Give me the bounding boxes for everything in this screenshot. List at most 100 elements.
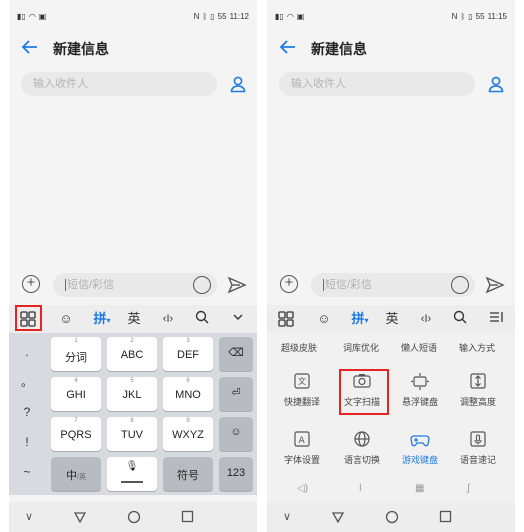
battery-level: 55 [475, 12, 485, 21]
svg-text:A: A [299, 436, 306, 446]
panel-item-game-keyboard[interactable]: 游戏键盘 [389, 429, 451, 477]
font-icon: A [292, 429, 312, 449]
panel-item-floating-keyboard[interactable]: 悬浮键盘 [389, 371, 451, 419]
panel-item-super-skin[interactable]: 超级皮肤 [269, 341, 329, 354]
key-1[interactable]: 1 分词 [51, 337, 101, 371]
search-icon[interactable] [193, 310, 211, 328]
status-bar: ▮▯ ◠ ▣ N ᛒ ▯ 55 11:15 [267, 0, 515, 38]
panel-item-font-settings[interactable]: A 字体设置 [271, 429, 333, 477]
page-title: 新建信息 [311, 41, 367, 57]
svg-text:文: 文 [298, 376, 306, 386]
nav-back-icon[interactable] [331, 510, 345, 528]
punct-key[interactable]: 。 [9, 367, 45, 397]
key-4[interactable]: 4 GHI [51, 377, 101, 411]
chinese-english-switch-key[interactable]: 中/英 [51, 457, 101, 491]
panel-item-adjust-height[interactable]: 调整高度 [447, 371, 509, 419]
pinyin-mode-button[interactable]: 拼▾ [89, 310, 115, 328]
cursor-move-icon[interactable]: ‹I› [415, 310, 437, 328]
system-nav-bar: ∨ [267, 502, 515, 532]
key-6[interactable]: 6 MNO [163, 377, 213, 411]
key-9[interactable]: 9 WXYZ [163, 417, 213, 451]
toolbox-grid-icon[interactable] [275, 310, 297, 328]
cursor-move-icon[interactable]: ‹I› [157, 310, 179, 328]
app-bar: 新建信息 [267, 38, 515, 58]
nav-hide-icon[interactable]: ∨ [283, 510, 291, 523]
emoji-key[interactable]: ☺ [219, 417, 253, 451]
key-2[interactable]: 2 ABC [107, 337, 157, 371]
nav-recents-icon[interactable] [181, 510, 194, 528]
phone-screen-right: ▮▯ ◠ ▣ N ᛒ ▯ 55 11:15 新建信息 输入收件人 + 短信/彩信 [267, 0, 515, 532]
pinyin-mode-button[interactable]: 拼▾ [347, 310, 373, 328]
symbol-key[interactable]: 符号 [163, 457, 213, 491]
nav-recents-icon[interactable] [439, 510, 452, 528]
page-title: 新建信息 [53, 41, 109, 57]
nav-back-icon[interactable] [73, 510, 87, 528]
battery-level: 55 [217, 12, 227, 21]
panel-item-voice-note[interactable]: 语音速记 [447, 429, 509, 477]
nav-hide-icon[interactable]: ∨ [25, 510, 33, 523]
notification-icon: ▣ [296, 12, 305, 21]
translate-icon: 文 [292, 371, 312, 391]
floating-keyboard-icon [410, 371, 430, 391]
punct-key[interactable]: ! [9, 427, 45, 457]
partial-next-row: ◁) ǀ ▦ ∫ [267, 483, 515, 495]
recipient-input[interactable]: 输入收件人 [21, 72, 217, 96]
panel-item-lexicon[interactable]: 词库优化 [331, 341, 391, 354]
panel-item-quick-translate[interactable]: 文 快捷翻译 [271, 371, 333, 419]
punct-key[interactable]: ~ [9, 457, 45, 487]
status-bar: ▮▯ ◠ ▣ N ᛒ ▯ 55 11:12 [9, 0, 257, 38]
key-5[interactable]: 5 JKL [107, 377, 157, 411]
back-arrow-icon[interactable] [279, 38, 297, 58]
search-icon[interactable] [451, 310, 469, 328]
bluetooth-icon: ᛒ [460, 12, 466, 21]
enter-key[interactable]: ⏎ [219, 377, 253, 411]
keyboard-icon: ▦ [415, 483, 425, 494]
voice-note-icon [468, 429, 488, 449]
add-attachment-icon[interactable]: + [22, 275, 40, 293]
key-3[interactable]: 3 DEF [163, 337, 213, 371]
nav-home-icon[interactable] [385, 510, 399, 529]
back-arrow-icon[interactable] [21, 38, 39, 58]
contact-person-icon[interactable] [229, 75, 247, 93]
number-key[interactable]: 123 [219, 457, 253, 491]
signal-icon: ▮▯ [275, 12, 284, 21]
smiley-icon: ☺ [230, 426, 242, 438]
add-attachment-icon[interactable]: + [280, 275, 298, 293]
adjust-height-icon [468, 371, 488, 391]
notification-icon: ▣ [38, 12, 47, 21]
space-bar-icon [121, 481, 143, 483]
emoji-panel-icon[interactable]: ☺ [315, 310, 333, 328]
menu-list-icon[interactable] [487, 310, 507, 328]
backspace-key[interactable]: ⌫ [219, 337, 253, 371]
emoji-icon[interactable] [451, 276, 469, 294]
app-bar: 新建信息 [9, 38, 257, 58]
speaker-icon: ◁) [297, 483, 309, 494]
status-time: 11:12 [229, 12, 249, 21]
send-icon[interactable] [227, 276, 247, 294]
panel-item-input-method[interactable]: 输入方式 [447, 341, 507, 354]
collapse-keyboard-icon[interactable] [229, 310, 247, 328]
dropdown-caret-icon: ▾ [364, 316, 369, 325]
english-mode-button[interactable]: 英 [125, 310, 143, 328]
panel-item-language-switch[interactable]: 语言切换 [331, 429, 393, 477]
panel-item-phrases[interactable]: 懒人短语 [389, 341, 449, 354]
nfc-icon: N [451, 12, 458, 21]
key-7[interactable]: 7 PQRS [51, 417, 101, 451]
wifi-icon: ◠ [28, 12, 36, 21]
emoji-panel-icon[interactable]: ☺ [57, 310, 75, 328]
key-8[interactable]: 8 TUV [107, 417, 157, 451]
english-mode-button[interactable]: 英 [383, 310, 401, 328]
nav-home-icon[interactable] [127, 510, 141, 529]
pen-icon: ∫ [467, 483, 470, 494]
punct-key[interactable]: ? [9, 397, 45, 427]
wifi-icon: ◠ [286, 12, 294, 21]
emoji-icon[interactable] [193, 276, 211, 294]
send-icon[interactable] [485, 276, 505, 294]
enter-icon: ⏎ [231, 387, 241, 399]
punct-key[interactable]: . [9, 337, 45, 367]
contact-person-icon[interactable] [487, 75, 505, 93]
recipient-input[interactable]: 输入收件人 [279, 72, 475, 96]
nfc-icon: N [193, 12, 200, 21]
gamepad-icon [410, 429, 430, 449]
space-key[interactable]: 🎙 [107, 457, 157, 491]
